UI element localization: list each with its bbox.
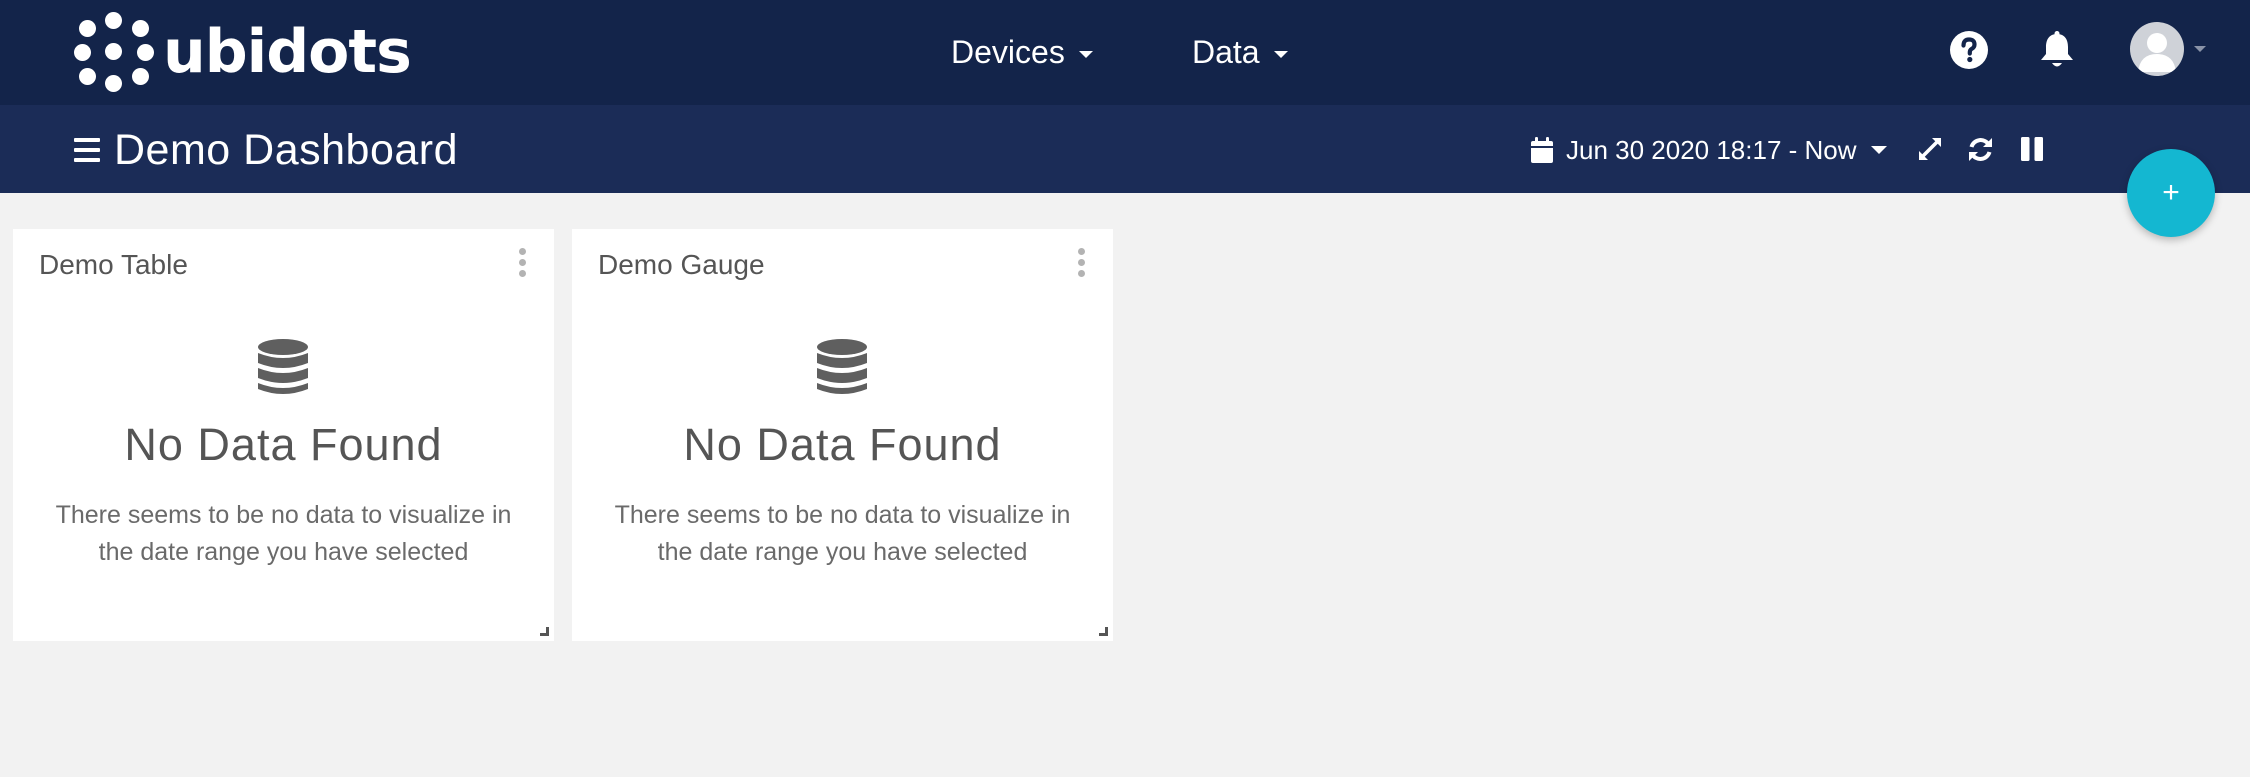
page-title: Demo Dashboard: [114, 126, 459, 174]
kebab-menu-icon[interactable]: [515, 248, 529, 280]
caret-down-icon: [1273, 50, 1288, 58]
empty-state-title: No Data Found: [683, 419, 1002, 470]
nav-devices-menu[interactable]: Devices: [951, 30, 1093, 74]
ubidots-logo[interactable]: ubidots: [74, 12, 412, 92]
widget-title: Demo Gauge: [598, 249, 765, 280]
caret-down-icon: [1078, 50, 1093, 58]
brand-name: ubidots: [163, 17, 412, 87]
bell-icon[interactable]: [2039, 30, 2075, 75]
nav-data-menu[interactable]: Data: [1192, 30, 1288, 74]
caret-down-icon: [1870, 146, 1887, 154]
database-icon: [817, 339, 867, 394]
date-range-label: Jun 30 2020 18:17 - Now: [1566, 134, 1857, 165]
add-widget-button[interactable]: +: [2127, 149, 2215, 237]
widget-title: Demo Table: [39, 249, 188, 280]
hamburger-menu-icon[interactable]: [74, 138, 100, 162]
refresh-icon[interactable]: [1967, 136, 1994, 168]
user-menu[interactable]: [2130, 22, 2206, 76]
empty-state-message: There seems to be no data to visualize i…: [55, 501, 512, 566]
kebab-menu-icon[interactable]: [1074, 248, 1088, 280]
empty-state-title: No Data Found: [124, 419, 443, 470]
calendar-icon: [1531, 137, 1553, 163]
nav-devices-label: Devices: [951, 33, 1065, 70]
date-range-picker[interactable]: Jun 30 2020 18:17 - Now: [1530, 132, 1887, 168]
widget-card: Demo Gauge No Data Found There seems to …: [572, 229, 1113, 641]
caret-down-icon: [2194, 46, 2206, 52]
widget-card: Demo Table No Data Found There seems to …: [13, 229, 554, 641]
help-icon[interactable]: [1950, 31, 1988, 74]
resize-handle[interactable]: [540, 627, 549, 636]
database-icon: [258, 339, 308, 394]
resize-handle[interactable]: [1099, 627, 1108, 636]
logo-dots-icon: [74, 12, 154, 92]
pause-icon[interactable]: [2021, 137, 2043, 166]
empty-state-message: There seems to be no data to visualize i…: [614, 501, 1071, 566]
nav-data-label: Data: [1192, 33, 1260, 70]
avatar: [2130, 22, 2184, 76]
expand-icon[interactable]: [1917, 136, 1943, 167]
